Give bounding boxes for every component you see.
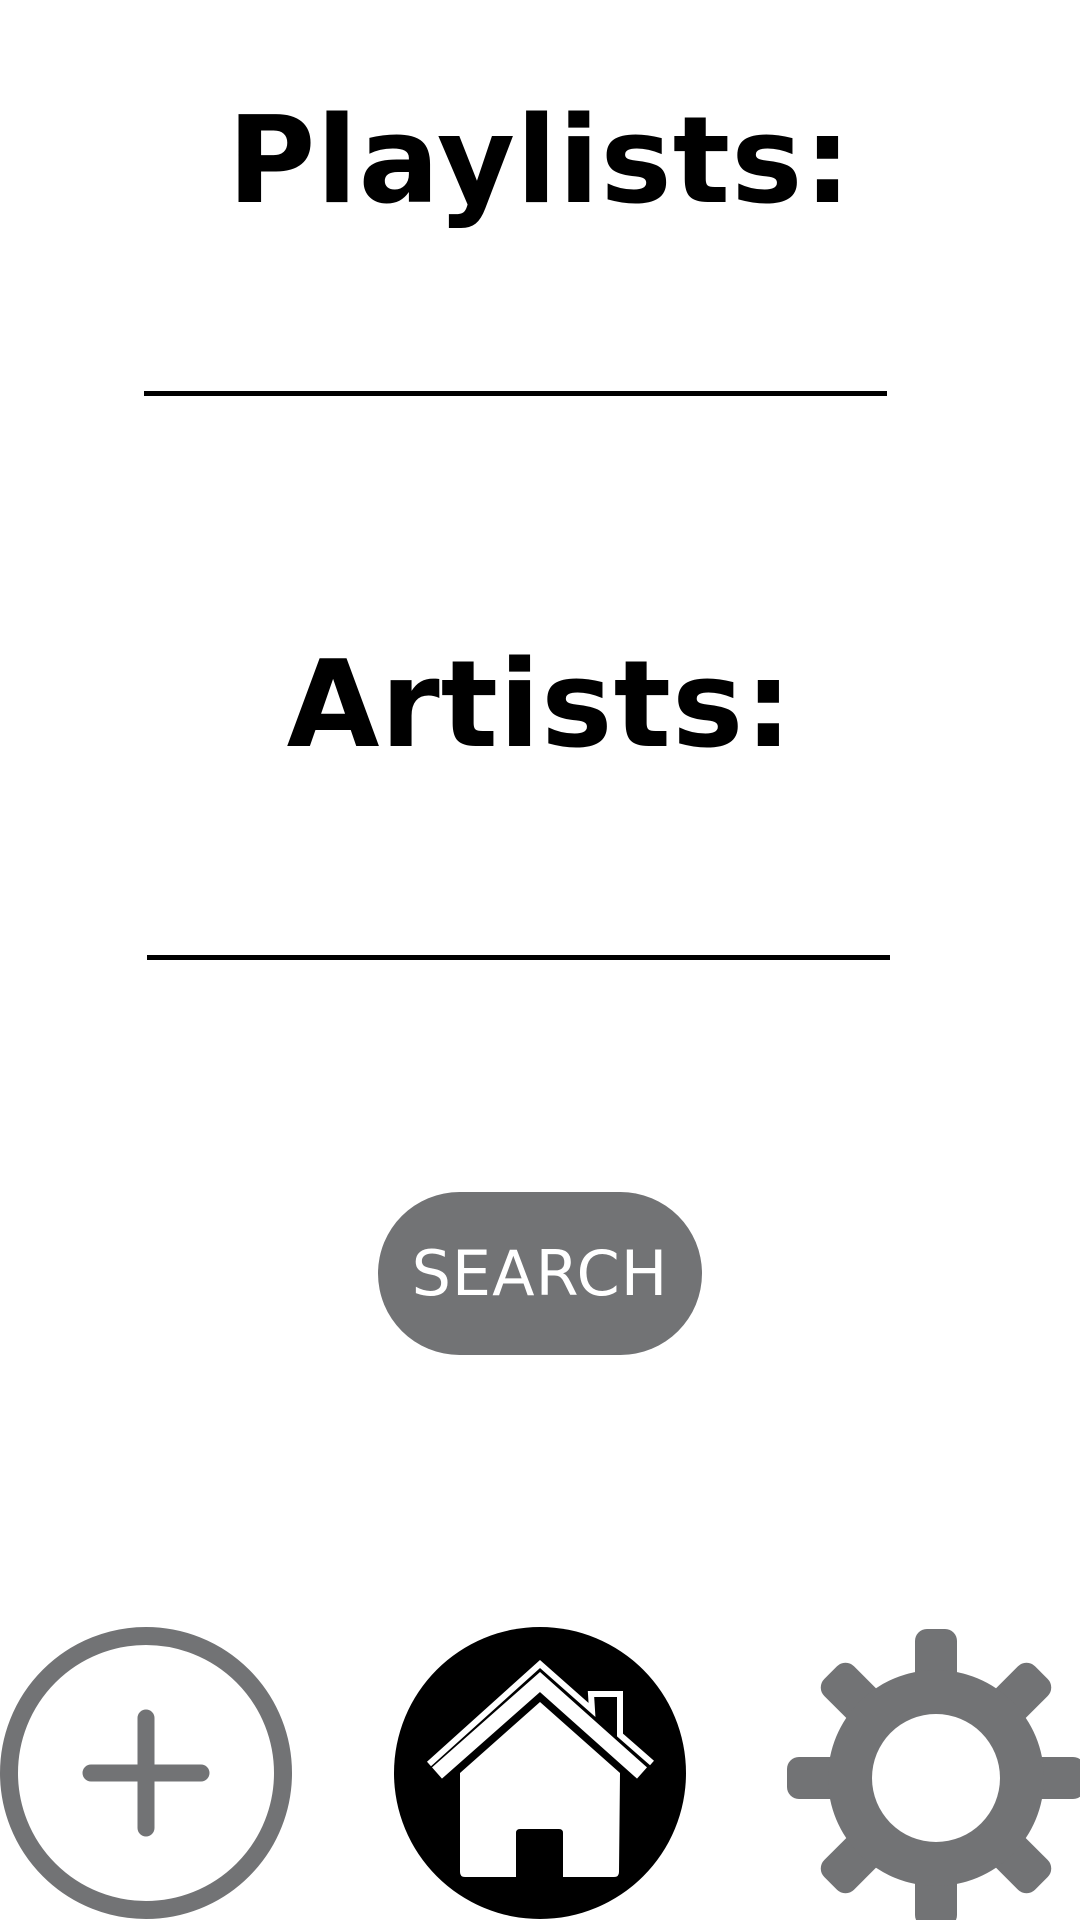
add-button[interactable] [0,1625,292,1920]
playlists-divider [144,391,887,396]
playlists-heading: Playlists: [227,92,853,231]
artists-heading: Artists: [286,636,794,775]
add-circle-icon [0,1627,292,1919]
home-icon [394,1627,686,1919]
settings-button[interactable] [787,1629,1080,1920]
artists-divider [147,955,890,960]
search-button[interactable]: SEARCH [378,1192,702,1355]
gear-icon [787,1629,1080,1920]
home-button[interactable] [392,1625,688,1920]
